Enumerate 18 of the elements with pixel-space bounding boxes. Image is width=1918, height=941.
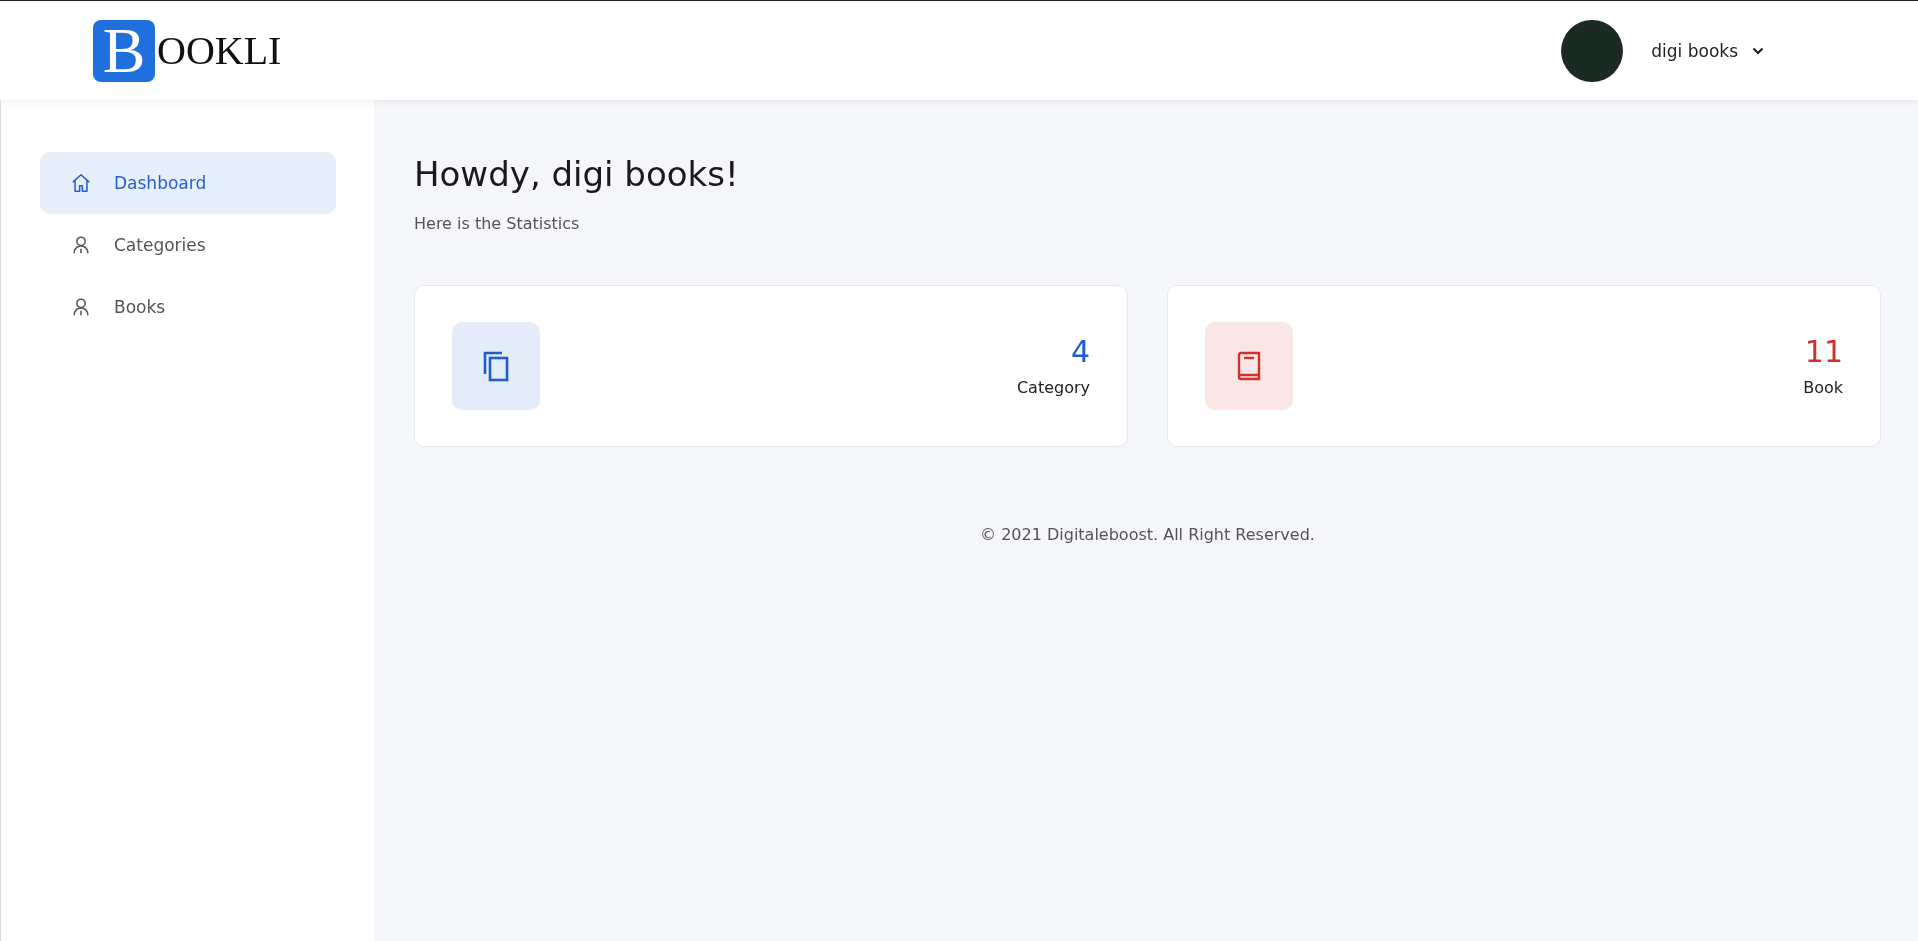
- logo[interactable]: B OOKLI: [93, 19, 282, 82]
- home-icon: [70, 172, 92, 194]
- stat-value: 11: [1803, 335, 1843, 368]
- copyright-text: © 2021 Digitaleboost. All Right Reserved.: [979, 525, 1316, 544]
- logo-text: OOKLI: [157, 27, 282, 74]
- page-subtitle: Here is the Statistics: [414, 214, 581, 233]
- stat-value: 4: [1069, 335, 1090, 368]
- stat-label: Category: [1016, 378, 1090, 397]
- chevron-down-icon: [1752, 46, 1764, 55]
- person-icon: [70, 234, 92, 256]
- sidebar-item[interactable]: Categories: [40, 214, 336, 276]
- user-menu-button[interactable]: digi books: [1647, 36, 1768, 65]
- stat-label: Book: [1803, 378, 1843, 397]
- person-icon: [70, 296, 92, 318]
- page-title: Howdy, digi books!: [414, 154, 740, 194]
- sidebar-item[interactable]: Dashboard: [40, 152, 336, 214]
- sidebar-item[interactable]: Books: [40, 276, 336, 338]
- logo-initial: B: [93, 19, 155, 82]
